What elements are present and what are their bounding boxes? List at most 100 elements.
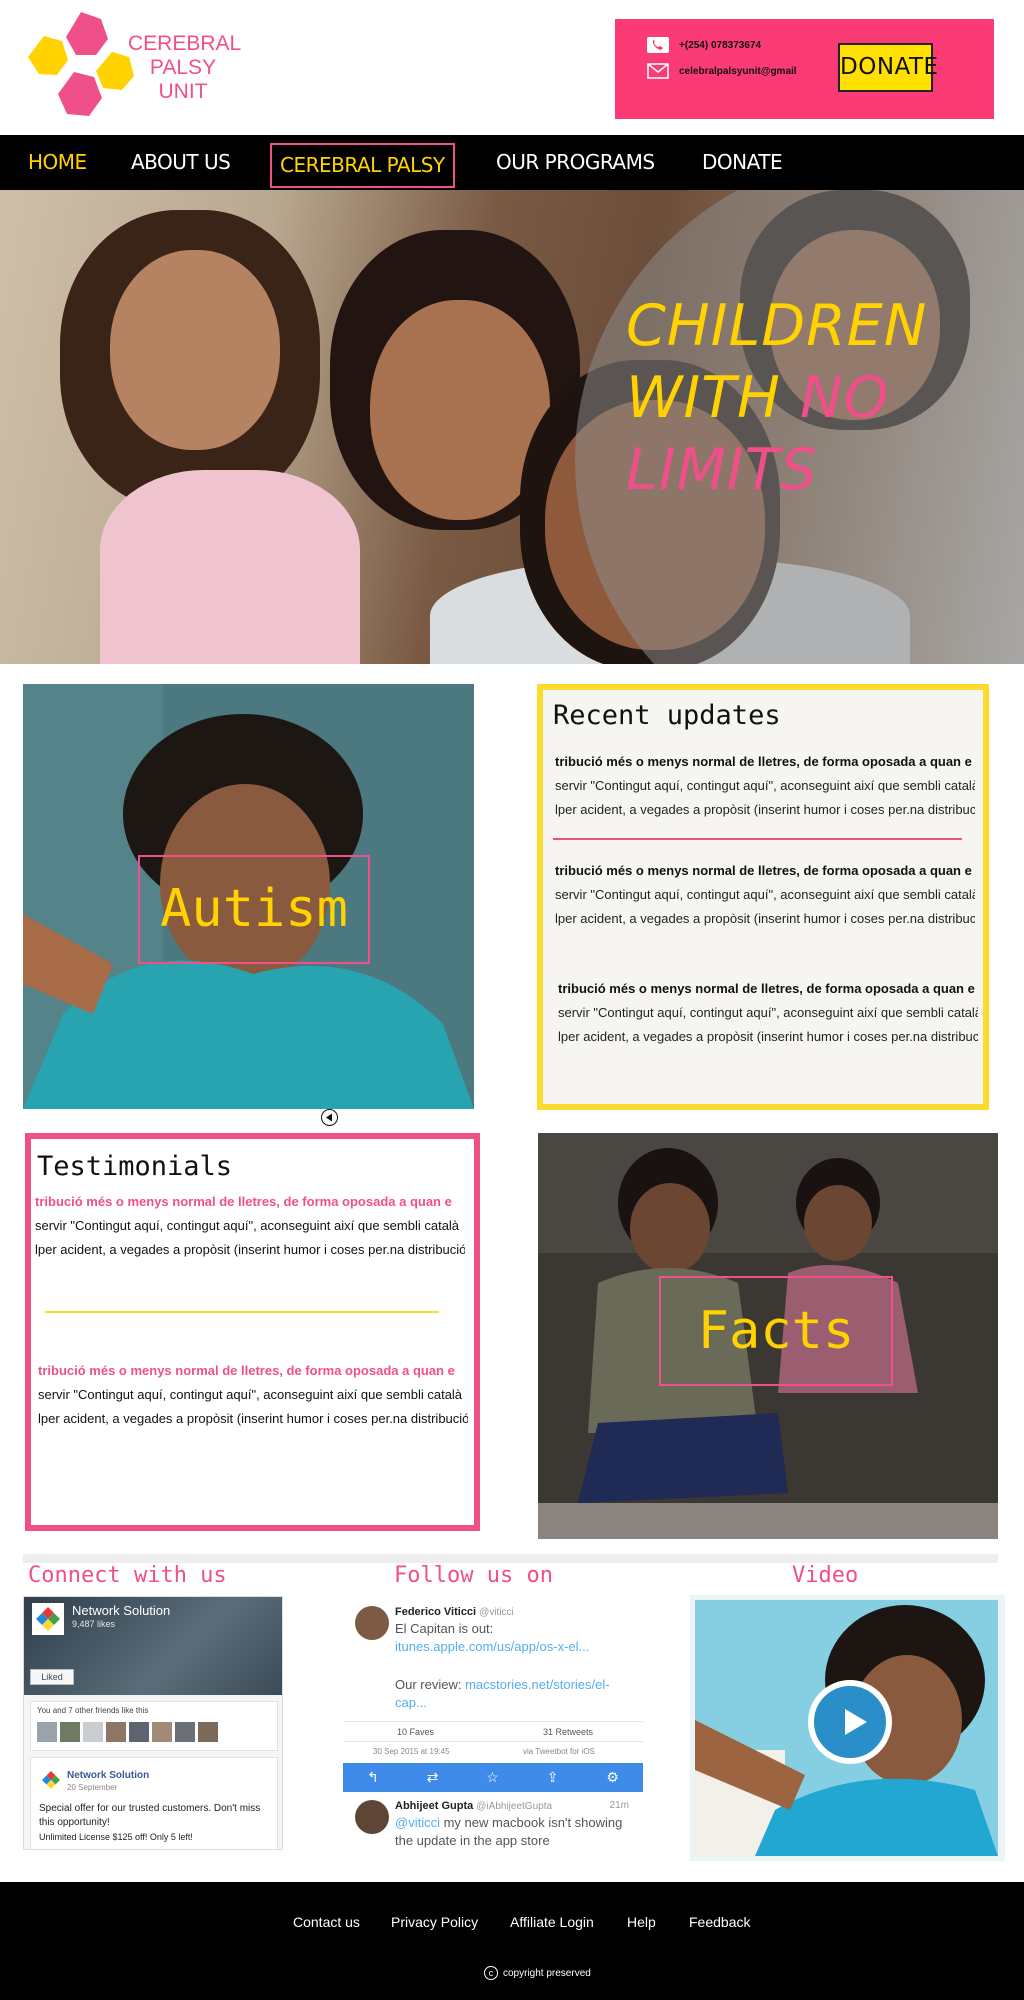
nav-item-donate[interactable]: DONATE (702, 144, 783, 181)
tweet-mention[interactable]: @viticci (395, 1815, 440, 1830)
play-icon[interactable] (808, 1680, 892, 1764)
facts-label: Facts (697, 1301, 855, 1361)
tweet-author-handle: @viticci (479, 1607, 514, 1618)
copyright-text: copyright preserved (503, 1967, 591, 1979)
video-widget[interactable] (690, 1595, 1005, 1861)
update-item[interactable]: tribució més o menys normal de lletres, … (555, 859, 975, 931)
recent-updates-panel: Recent updates tribució més o menys norm… (537, 684, 989, 1110)
update-item[interactable]: tribució més o menys normal de lletres, … (555, 750, 975, 822)
retweet-icon[interactable]: ⇄ (427, 1769, 439, 1786)
friend-avatar[interactable] (83, 1722, 103, 1742)
update-item[interactable]: tribució més o menys normal de lletres, … (558, 977, 978, 1049)
tweet-time: 21m (609, 1800, 629, 1811)
site-footer: Contact us Privacy Policy Affiliate Logi… (0, 1882, 1024, 2000)
autism-label: Autism (160, 879, 348, 939)
testimonials-title: Testimonials (37, 1151, 233, 1182)
tweet-avatar[interactable] (355, 1800, 389, 1834)
testimonials-panel: Testimonials tribució més o menys normal… (25, 1133, 480, 1531)
contact-phone[interactable]: +(254) 078373674 (647, 37, 761, 53)
mail-icon (647, 63, 669, 79)
tweet-text: El Capitan is out: itunes.apple.com/us/a… (395, 1620, 635, 1656)
contact-email[interactable]: celebralpalsyunit@gmail (647, 63, 797, 79)
friend-avatar[interactable] (37, 1722, 57, 1742)
nav-item-home[interactable]: HOME (28, 144, 87, 181)
facts-label-box[interactable]: Facts (659, 1276, 893, 1386)
reply-icon[interactable]: ↰ (367, 1769, 379, 1786)
nav-item-about-us[interactable]: ABOUT US (131, 144, 231, 181)
footer-link-privacy-policy[interactable]: Privacy Policy (391, 1914, 478, 1930)
footer-link-feedback[interactable]: Feedback (689, 1914, 750, 1930)
testimonial-headline: tribució més o menys normal de lletres, … (38, 1363, 455, 1378)
favorite-icon[interactable]: ☆ (486, 1769, 499, 1786)
footer-link-contact-us[interactable]: Contact us (293, 1914, 360, 1930)
facebook-liked-button[interactable]: Liked (30, 1669, 74, 1685)
testimonial-text: lper acident, a vegades a propòsit (inse… (38, 1411, 468, 1426)
tweet-toolbar: ↰ ⇄ ☆ ⇪ ⚙ (343, 1763, 643, 1792)
phone-icon (647, 37, 669, 53)
testimonial-item[interactable]: tribució més o menys normal de lletres, … (35, 1190, 465, 1262)
testimonial-headline: tribució més o menys normal de lletres, … (35, 1194, 452, 1209)
logo-line: PALSY (149, 56, 217, 79)
nav-item-our-programs[interactable]: OUR PROGRAMS (496, 144, 655, 181)
hero-line-2: WITH NO (626, 362, 986, 434)
tweet-via: via Tweetbot for iOS (523, 1747, 595, 1756)
network-solution-logo-icon (42, 1771, 60, 1789)
friend-avatar[interactable] (175, 1722, 195, 1742)
footer-link-affiliate-login[interactable]: Affiliate Login (510, 1914, 594, 1930)
hero-banner: CHILDREN WITH NO LIMITS (0, 190, 1024, 664)
tweet-author-handle: @iAbhijeetGupta (476, 1801, 553, 1812)
recent-updates-title: Recent updates (553, 700, 781, 731)
logo-hexagons-icon[interactable] (24, 10, 144, 125)
settings-icon[interactable]: ⚙ (606, 1769, 619, 1786)
copyright-icon: c (484, 1966, 498, 1980)
tweet-retweets[interactable]: 31 Retweets (543, 1727, 593, 1737)
footer-link-help[interactable]: Help (627, 1914, 656, 1930)
testimonial-text: servir "Contingut aquí, contingut aquí",… (35, 1218, 460, 1233)
tweet-avatar[interactable] (355, 1606, 389, 1640)
donate-button[interactable]: DONATE (838, 43, 938, 92)
tweet-faves[interactable]: 10 Faves (397, 1727, 434, 1737)
friend-avatar[interactable] (60, 1722, 80, 1742)
prev-arrow-icon[interactable] (321, 1109, 338, 1126)
facebook-page-likes: 9,487 likes (72, 1619, 116, 1629)
facebook-widget[interactable]: Network Solution 9,487 likes Liked You a… (23, 1596, 283, 1850)
friend-avatar[interactable] (152, 1722, 172, 1742)
friend-avatar[interactable] (198, 1722, 218, 1742)
logo-text[interactable]: CEREBRAL PALSY UNIT (128, 32, 241, 104)
tweet-text: @viticci my new macbook isn't showing th… (395, 1814, 635, 1850)
hero-line-2-a: WITH (626, 365, 800, 431)
tweet-author[interactable]: Abhijeet Gupta @iAbhijeetGupta 21m (395, 1800, 635, 1812)
hero-photo-shape (110, 250, 280, 450)
email-address: celebralpalsyunit@gmail (679, 65, 797, 77)
facebook-post[interactable]: Network Solution 20 September Special of… (30, 1757, 278, 1849)
section-divider (23, 1554, 998, 1563)
autism-label-box[interactable]: Autism (138, 855, 370, 964)
twitter-widget[interactable]: Federico Viticci @viticci El Capitan is … (343, 1596, 643, 1851)
facts-panel[interactable]: Facts (538, 1133, 998, 1539)
logo-line: UNIT (158, 80, 208, 103)
testimonial-item[interactable]: tribució més o menys normal de lletres, … (38, 1359, 468, 1431)
friend-avatar[interactable] (129, 1722, 149, 1742)
copyright: c copyright preserved (484, 1966, 591, 1980)
facebook-post-offer: Unlimited License $125 off! Only 5 left! (39, 1832, 193, 1842)
video-frame[interactable] (695, 1600, 998, 1856)
video-title: Video (792, 1563, 859, 1588)
nav-item-cerebral-palsy[interactable]: CEREBRAL PALSY (270, 143, 455, 188)
share-icon[interactable]: ⇪ (547, 1769, 559, 1786)
update-text: lper acident, a vegades a propòsit (inse… (558, 1029, 978, 1044)
update-text: servir "Contingut aquí, contingut aquí",… (555, 887, 975, 902)
update-text: lper acident, a vegades a propòsit (inse… (555, 911, 975, 926)
connect-with-us-title: Connect with us (28, 1563, 227, 1588)
tweet-link[interactable]: itunes.apple.com/us/app/os-x-el... (395, 1639, 589, 1654)
tweet-author-name: Abhijeet Gupta (395, 1800, 474, 1812)
facebook-friends-box: You and 7 other friends like this (30, 1701, 278, 1751)
autism-panel[interactable]: Autism (23, 684, 474, 1109)
friend-avatar[interactable] (106, 1722, 126, 1742)
update-text: lper acident, a vegades a propòsit (inse… (555, 802, 975, 817)
tweet-author[interactable]: Federico Viticci @viticci (395, 1606, 514, 1618)
facebook-friends-text: You and 7 other friends like this (37, 1706, 149, 1715)
facebook-page-name[interactable]: Network Solution (72, 1603, 170, 1618)
hero-photo-shape (100, 470, 360, 664)
update-headline: tribució més o menys normal de lletres, … (555, 754, 972, 769)
facebook-post-author[interactable]: Network Solution (67, 1770, 149, 1781)
